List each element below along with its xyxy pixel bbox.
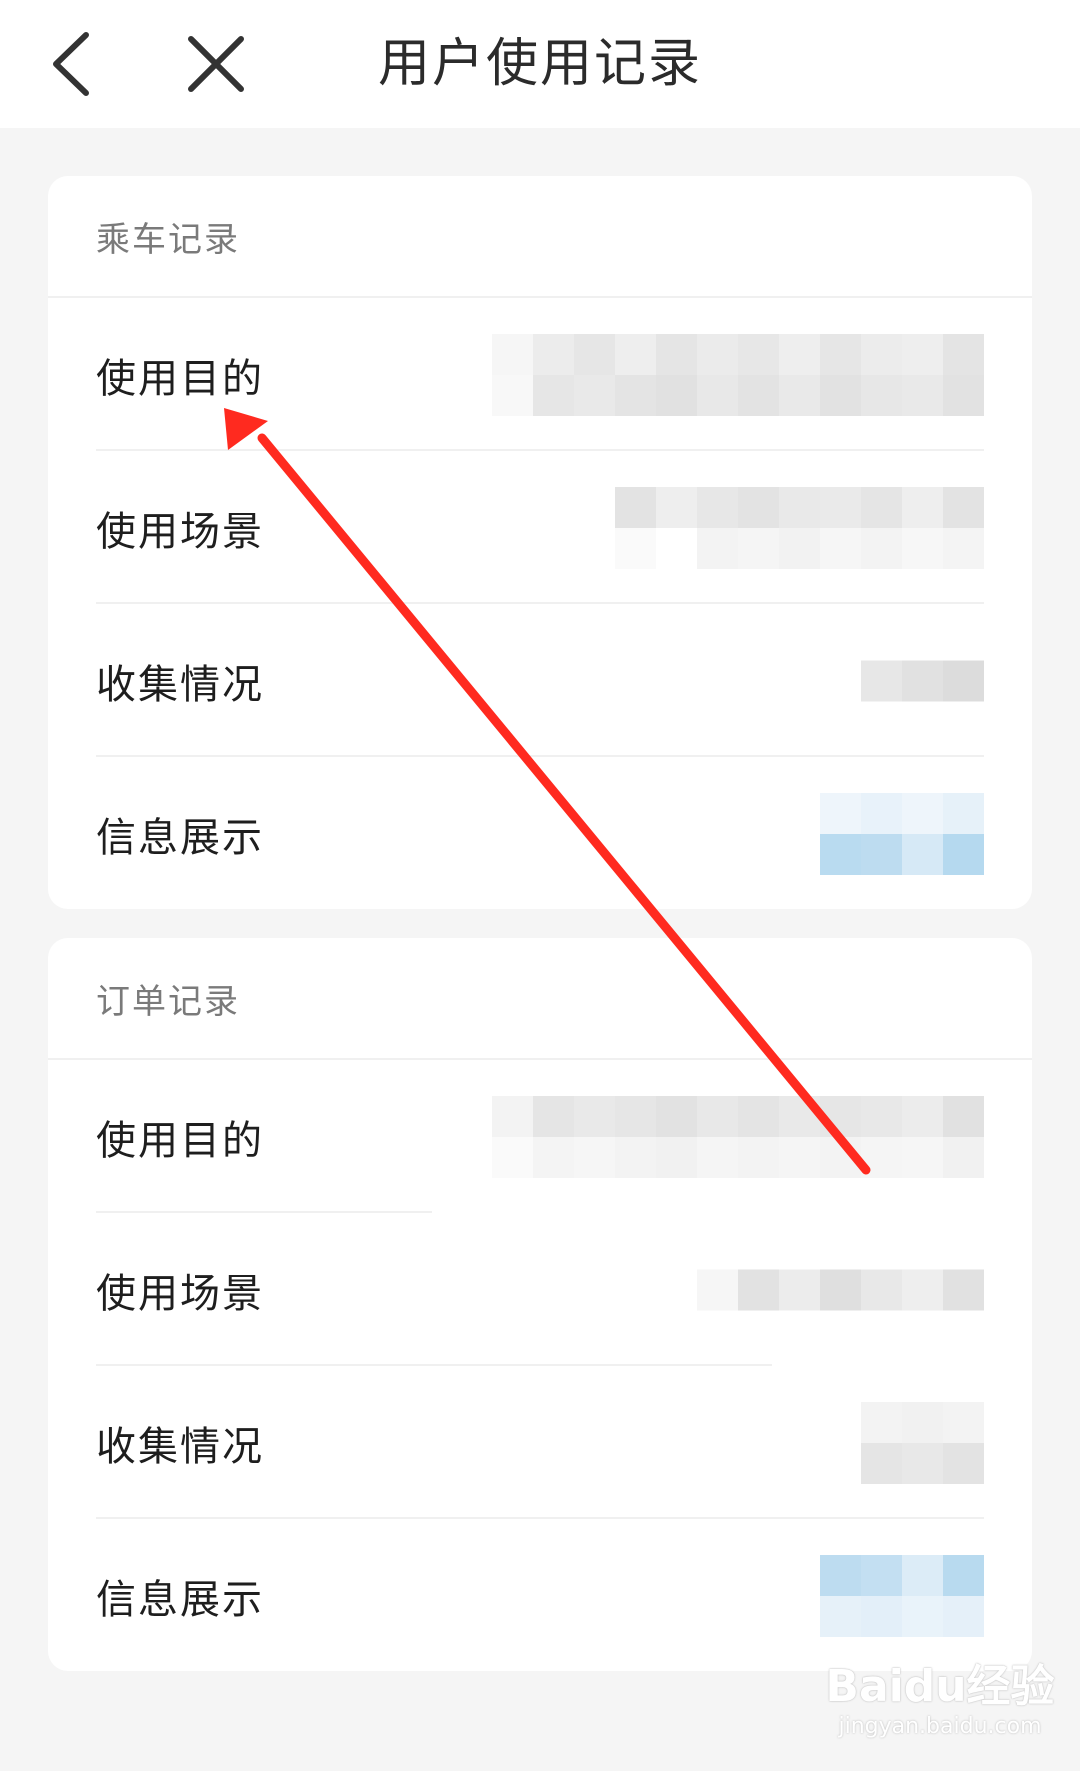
blurred-value (492, 1095, 984, 1178)
section-title: 订单记录 (96, 982, 240, 1022)
back-button[interactable] (30, 24, 110, 104)
watermark-url: jingyan.baidu.com (838, 1714, 1042, 1739)
order-record-card: 订单记录 使用目的 使用场景 收集情况 信息展示 (48, 938, 1032, 1671)
row-usage-scene[interactable]: 使用场景 (48, 1213, 1032, 1366)
chevron-left-icon (53, 32, 89, 96)
blurred-value (697, 1269, 984, 1310)
blurred-value (820, 792, 984, 875)
row-usage-purpose[interactable]: 使用目的 (48, 1060, 1032, 1213)
blurred-value (861, 660, 984, 701)
page-title: 用户使用记录 (377, 34, 702, 94)
blurred-value (615, 486, 984, 569)
row-label: 收集情况 (96, 1423, 264, 1470)
blurred-value (861, 1401, 984, 1484)
row-label: 收集情况 (96, 661, 264, 708)
row-label: 使用场景 (96, 1270, 264, 1317)
row-collection-status[interactable]: 收集情况 (48, 1366, 1032, 1519)
row-label: 使用目的 (96, 355, 264, 402)
ride-record-card: 乘车记录 使用目的 使用场景 收集情况 信息展示 (48, 176, 1032, 909)
watermark-logo: Baidu经验 (825, 1661, 1055, 1712)
row-collection-status[interactable]: 收集情况 (48, 604, 1032, 757)
row-info-display[interactable]: 信息展示 (48, 757, 1032, 910)
row-label: 信息展示 (96, 1576, 264, 1623)
row-usage-purpose[interactable]: 使用目的 (48, 298, 1032, 451)
baidu-jingyan-watermark: Baidu经验 jingyan.baidu.com (820, 1650, 1060, 1760)
close-icon (188, 36, 244, 92)
row-usage-scene[interactable]: 使用场景 (48, 451, 1032, 604)
section-title: 乘车记录 (96, 220, 240, 260)
row-label: 使用目的 (96, 1117, 264, 1164)
row-label: 信息展示 (96, 814, 264, 861)
blurred-value (820, 1554, 984, 1637)
close-button[interactable] (176, 24, 256, 104)
blurred-value (492, 333, 984, 416)
top-bar: 用户使用记录 (0, 0, 1080, 128)
row-label: 使用场景 (96, 508, 264, 555)
